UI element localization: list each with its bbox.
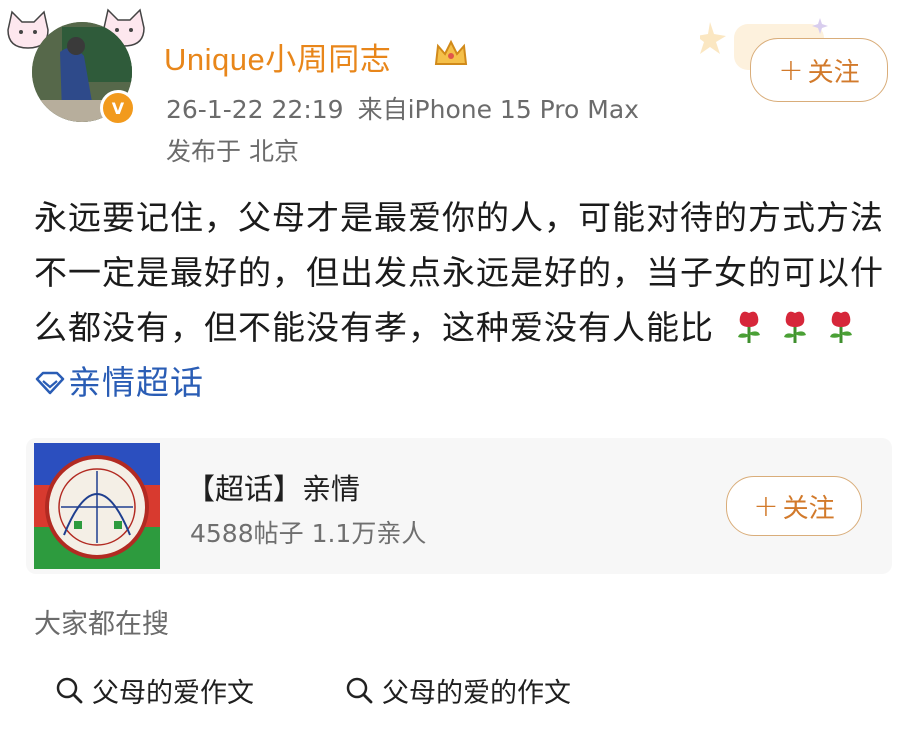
verified-v-icon: V: [100, 90, 136, 126]
search-suggestion[interactable]: 父母的爱作文: [54, 662, 254, 718]
plus-icon: +: [753, 488, 779, 524]
follow-topic-button[interactable]: + 关注: [726, 476, 862, 536]
diamond-topic-icon: [35, 371, 65, 395]
topic-stats: 4588帖子 1.1万亲人: [190, 519, 427, 548]
trending-search-heading: 大家都在搜: [34, 609, 169, 640]
post-source: 来自iPhone 15 Pro Max: [357, 95, 639, 124]
topic-thumbnail: [34, 443, 160, 569]
rose-emoji-icon: [829, 311, 852, 343]
rose-emoji-icon: [783, 311, 806, 343]
search-suggestion[interactable]: 父母的爱的作文: [344, 662, 571, 718]
search-suggestion-label: 父母的爱的作文: [382, 677, 571, 709]
search-icon: [56, 677, 83, 704]
follow-topic-label: 关注: [782, 493, 835, 524]
topic-title[interactable]: 【超话】亲情: [186, 466, 360, 508]
user-avatar[interactable]: V: [32, 22, 136, 126]
follow-label: 关注: [807, 57, 860, 88]
post-body: 永远要记住，父母才是最爱你的人，可能对待的方式方法不一定是最好的，但出发点永远是…: [34, 190, 894, 410]
follow-user-button[interactable]: + 关注: [750, 38, 888, 102]
topic-link[interactable]: 亲情超话: [34, 363, 204, 402]
crown-icon: [434, 39, 468, 65]
post-meta: 26-1-22 22:19 来自iPhone 15 Pro Max: [166, 90, 639, 126]
post-location: 发布于 北京: [166, 137, 299, 166]
topic-link-label: 亲情超话: [68, 363, 204, 402]
search-icon: [346, 677, 373, 704]
post-time: 26-1-22 22:19: [166, 95, 344, 124]
plus-icon: +: [778, 52, 804, 88]
rose-emoji-icon: [737, 311, 760, 343]
search-suggestion-label: 父母的爱作文: [92, 677, 254, 709]
username[interactable]: Unique小周同志: [164, 34, 391, 79]
